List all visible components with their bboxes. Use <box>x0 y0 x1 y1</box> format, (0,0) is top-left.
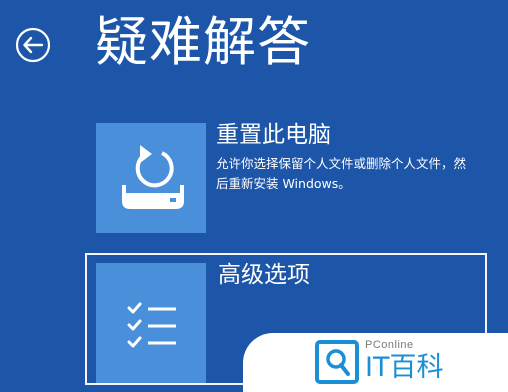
checklist-icon <box>127 302 176 348</box>
arrow-left-circle-icon[interactable] <box>15 27 51 63</box>
troubleshoot-screen: 疑难解答 重置此电脑 允许你选择保留个人文件或删除个人文件，然后重新安装 Win… <box>0 0 508 392</box>
reset-pc-description: 允许你选择保留个人文件或删除个人文件，然后重新安装 Windows。 <box>216 156 467 191</box>
reset-pc-option[interactable]: 重置此电脑 允许你选择保留个人文件或删除个人文件，然后重新安装 Windows。 <box>85 118 487 238</box>
watermark: PConline IT百科 <box>243 333 508 392</box>
reset-pc-tile <box>96 123 206 233</box>
pconline-logo-icon <box>315 340 359 384</box>
reset-pc-icon <box>122 145 184 209</box>
advanced-options-tile <box>96 263 206 383</box>
page-title: 疑难解答 <box>95 12 311 73</box>
reset-pc-title: 重置此电脑 <box>216 122 331 148</box>
back-button[interactable] <box>15 27 51 63</box>
advanced-options-title: 高级选项 <box>218 262 310 288</box>
watermark-name: IT百科 <box>365 352 444 383</box>
watermark-brand: PConline <box>365 339 414 351</box>
